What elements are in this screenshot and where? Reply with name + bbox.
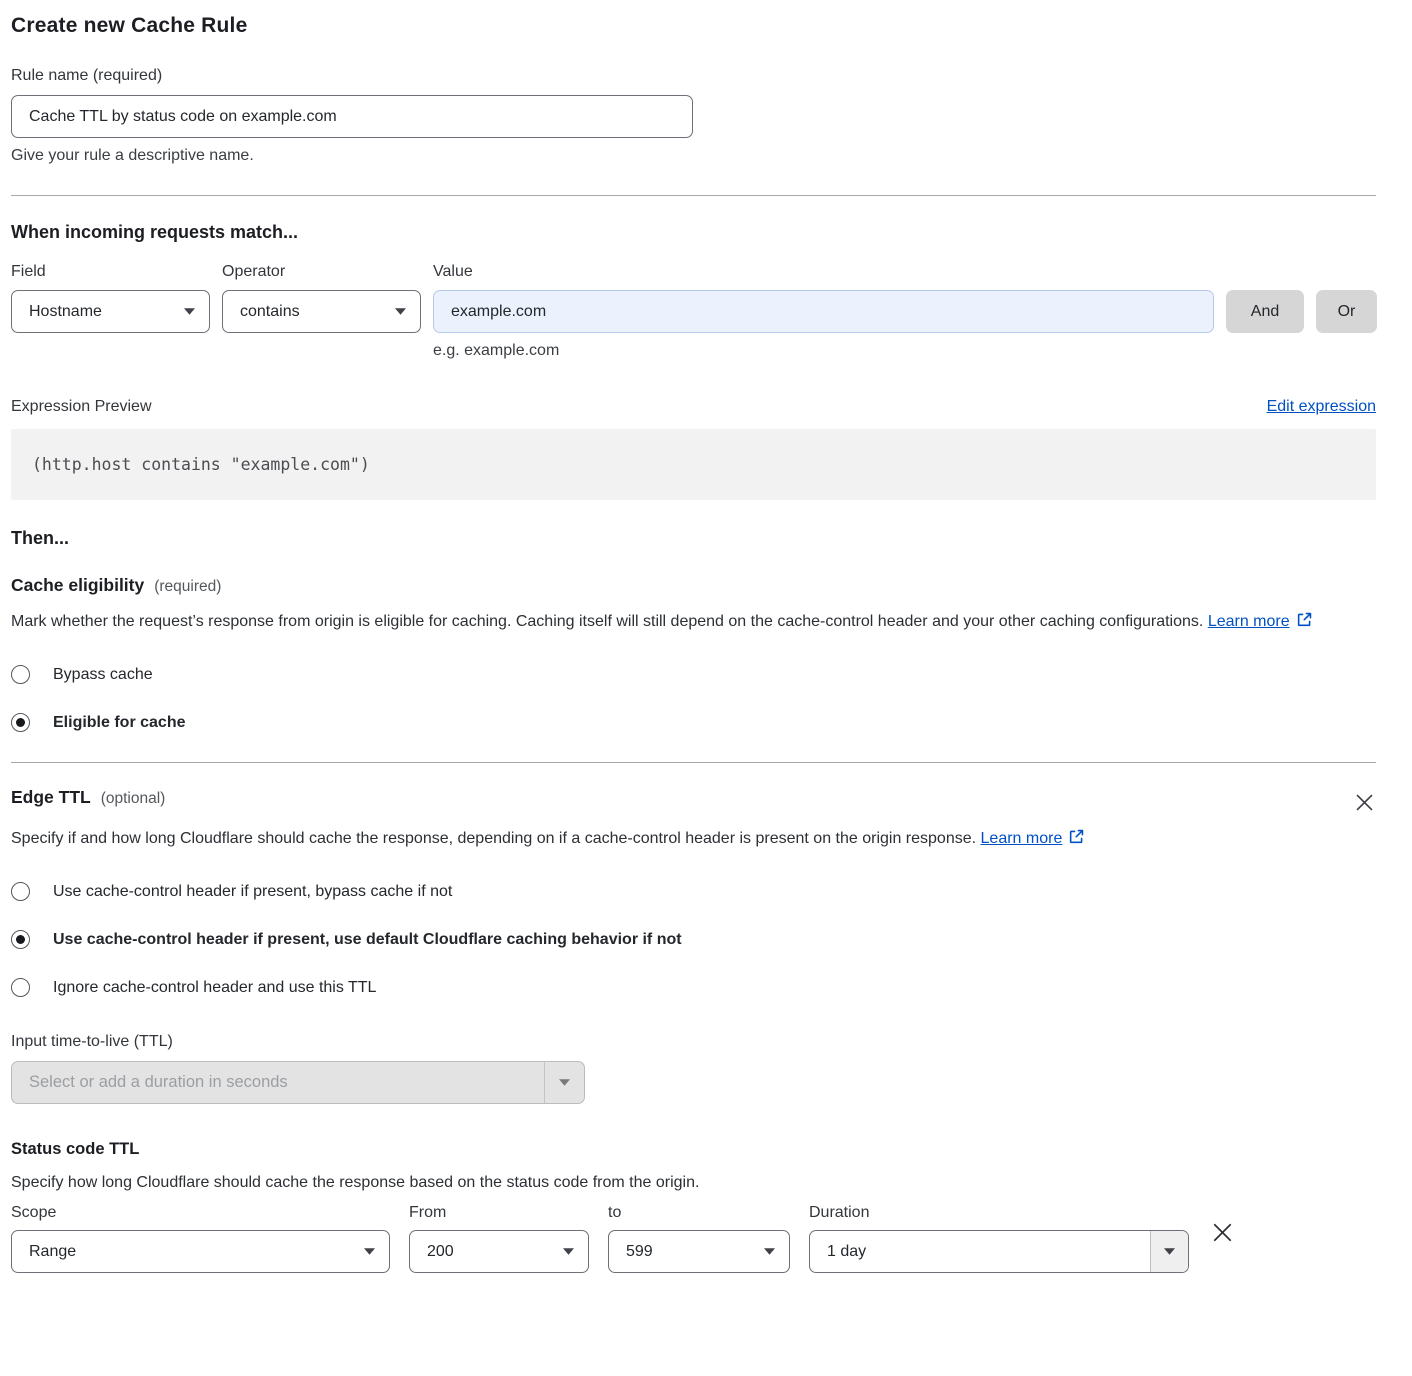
chevron-down-icon	[364, 1248, 375, 1255]
external-link-icon	[1296, 611, 1313, 628]
cache-eligibility-description: Mark whether the request’s response from…	[11, 608, 1361, 636]
radio-icon	[11, 713, 30, 732]
rule-name-help: Give your rule a descriptive name.	[11, 147, 1376, 165]
cache-eligibility-heading: Cache eligibility	[11, 575, 144, 596]
scope-label: Scope	[11, 1204, 390, 1222]
from-select-value: 200	[427, 1243, 555, 1261]
chevron-down-icon[interactable]	[1150, 1231, 1188, 1272]
bypass-cache-radio[interactable]: Bypass cache	[11, 665, 1376, 684]
to-select-value: 599	[626, 1243, 756, 1261]
edge-ttl-option-bypass-radio[interactable]: Use cache-control header if present, byp…	[11, 882, 1376, 901]
field-label: Field	[11, 263, 210, 281]
expression-code-block: (http.host contains "example.com")	[11, 429, 1376, 500]
delete-status-ttl-button[interactable]	[1208, 1222, 1236, 1246]
duration-select[interactable]: 1 day	[809, 1230, 1189, 1273]
operator-label: Operator	[222, 263, 421, 281]
scope-select[interactable]: Range	[11, 1230, 390, 1273]
status-code-ttl-description: Specify how long Cloudflare should cache…	[11, 1174, 1376, 1192]
cache-eligibility-learn-more-link[interactable]: Learn more	[1208, 613, 1290, 630]
duration-select-value: 1 day	[810, 1231, 1150, 1272]
section-divider	[11, 762, 1376, 763]
rule-name-label: Rule name (required)	[11, 67, 162, 84]
external-link-icon	[1068, 828, 1085, 845]
section-divider	[11, 195, 1376, 196]
chevron-down-icon	[184, 308, 195, 315]
chevron-down-icon	[563, 1248, 574, 1255]
radio-icon	[11, 665, 30, 684]
edit-expression-link[interactable]: Edit expression	[1267, 398, 1376, 416]
status-code-ttl-row: Scope Range From 200 to 599 Duration 1 d…	[11, 1204, 1376, 1273]
match-heading: When incoming requests match...	[11, 222, 1376, 243]
value-hint: e.g. example.com	[433, 342, 1214, 360]
edge-ttl-option-ignore-radio[interactable]: Ignore cache-control header and use this…	[11, 978, 1376, 997]
edge-ttl-option-default-label: Use cache-control header if present, use…	[53, 931, 682, 949]
status-code-ttl-heading: Status code TTL	[11, 1140, 1376, 1159]
page-title: Create new Cache Rule	[11, 14, 1376, 38]
chevron-down-icon	[544, 1062, 584, 1103]
eligible-for-cache-radio[interactable]: Eligible for cache	[11, 713, 1376, 732]
rule-name-input[interactable]	[11, 95, 693, 138]
edge-ttl-option-bypass-label: Use cache-control header if present, byp…	[53, 883, 452, 901]
eligible-for-cache-radio-label: Eligible for cache	[53, 714, 185, 732]
edge-ttl-learn-more-link[interactable]: Learn more	[981, 830, 1063, 847]
duration-label: Duration	[809, 1204, 1189, 1222]
operator-select-value: contains	[240, 303, 387, 321]
and-button[interactable]: And	[1226, 290, 1304, 333]
close-icon	[1355, 793, 1374, 812]
edge-ttl-heading: Edge TTL	[11, 787, 91, 808]
radio-icon	[11, 930, 30, 949]
edge-ttl-option-ignore-label: Ignore cache-control header and use this…	[53, 979, 376, 997]
to-select[interactable]: 599	[608, 1230, 790, 1273]
edge-ttl-option-default-radio[interactable]: Use cache-control header if present, use…	[11, 930, 1376, 949]
chevron-down-icon	[764, 1248, 775, 1255]
value-label: Value	[433, 263, 1214, 281]
radio-icon	[11, 882, 30, 901]
edge-ttl-optional-tag: (optional)	[101, 790, 166, 808]
then-heading: Then...	[11, 528, 1376, 549]
value-input[interactable]	[433, 290, 1214, 333]
delete-x-icon	[1212, 1222, 1233, 1243]
cache-eligibility-required-tag: (required)	[154, 578, 221, 596]
operator-select[interactable]: contains	[222, 290, 421, 333]
expression-code: (http.host contains "example.com")	[32, 455, 370, 474]
field-select-value: Hostname	[29, 303, 176, 321]
or-button[interactable]: Or	[1316, 290, 1377, 333]
ttl-input-label: Input time-to-live (TTL)	[11, 1033, 1376, 1051]
ttl-duration-placeholder: Select or add a duration in seconds	[12, 1062, 544, 1103]
expression-preview-label: Expression Preview	[11, 398, 152, 416]
from-label: From	[409, 1204, 589, 1222]
edge-ttl-close-button[interactable]	[1353, 791, 1376, 817]
match-row: Field Hostname Operator contains Value A…	[11, 263, 1376, 333]
radio-icon	[11, 978, 30, 997]
edge-ttl-description: Specify if and how long Cloudflare shoul…	[11, 825, 1116, 853]
chevron-down-icon	[395, 308, 406, 315]
to-label: to	[608, 1204, 790, 1222]
bypass-cache-radio-label: Bypass cache	[53, 666, 153, 684]
scope-select-value: Range	[29, 1243, 356, 1261]
from-select[interactable]: 200	[409, 1230, 589, 1273]
ttl-duration-select[interactable]: Select or add a duration in seconds	[11, 1061, 585, 1104]
field-select[interactable]: Hostname	[11, 290, 210, 333]
